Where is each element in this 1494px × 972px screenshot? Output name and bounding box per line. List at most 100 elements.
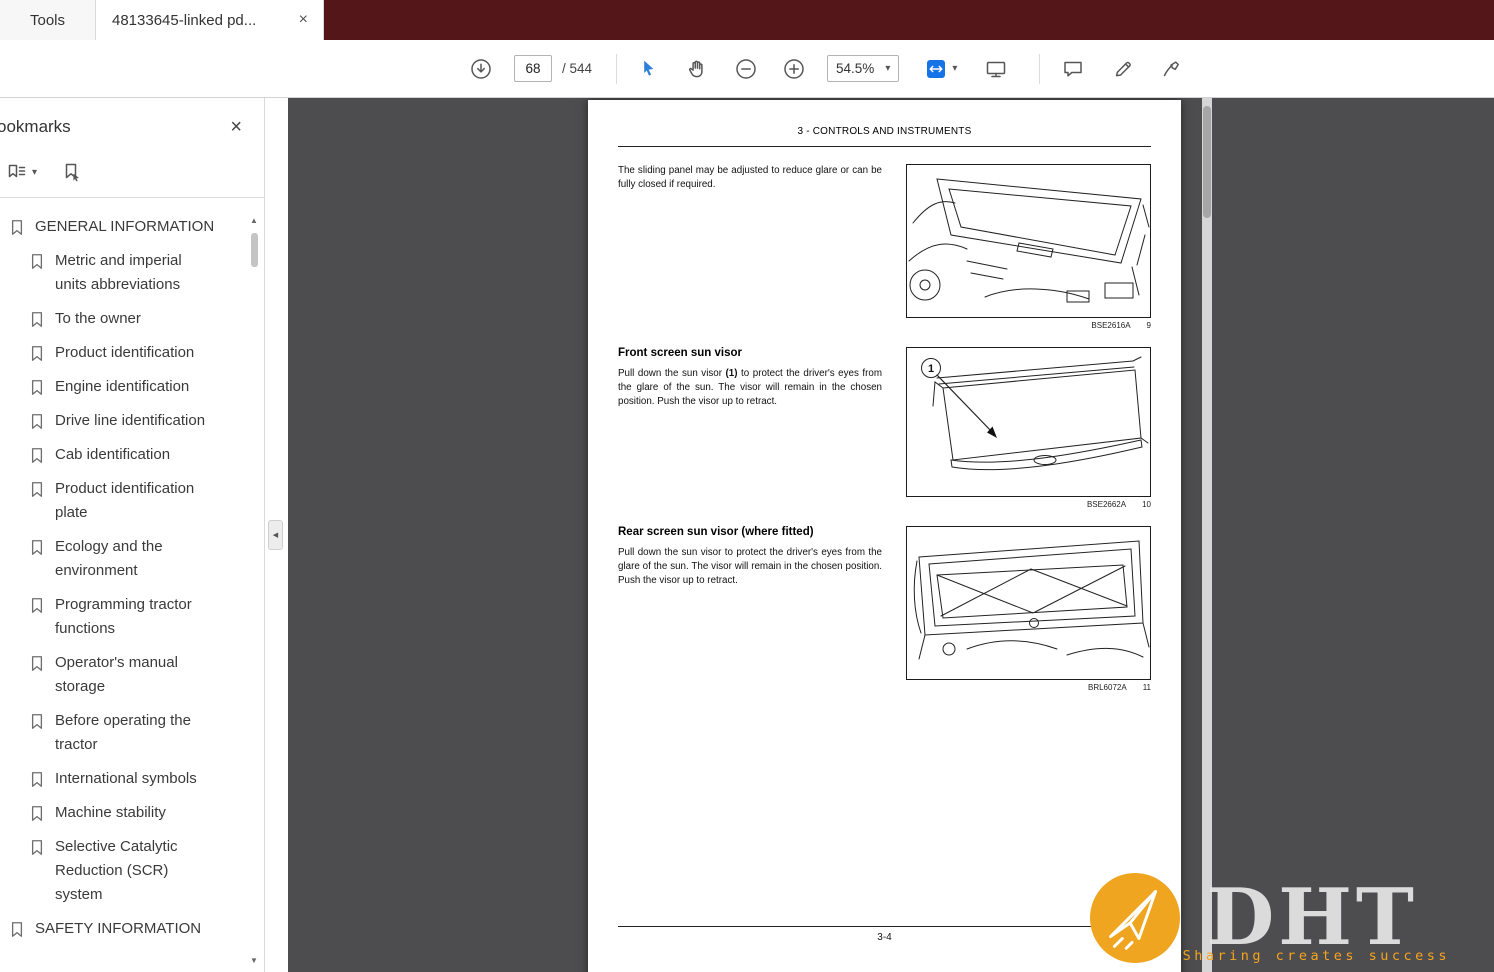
pdf-page: 3 - CONTROLS AND INSTRUMENTS The sliding… bbox=[588, 100, 1181, 972]
display-mode-button[interactable] bbox=[979, 52, 1013, 86]
scrollbar-thumb[interactable] bbox=[250, 233, 258, 267]
bookmark-label: Cab identification bbox=[55, 446, 171, 463]
bookmark-icon bbox=[11, 220, 23, 235]
bookmark-icon bbox=[31, 312, 43, 327]
document-scrollbar[interactable] bbox=[1202, 98, 1212, 972]
section-heading: Front screen sun visor bbox=[618, 347, 742, 359]
section-rear-sun-visor: Rear screen sun visor (where fitted) Pul… bbox=[618, 526, 1151, 692]
cursor-arrow-icon bbox=[644, 60, 654, 76]
bookmark-label: Product identification plate bbox=[55, 480, 195, 521]
close-document-icon[interactable]: × bbox=[294, 12, 313, 28]
bookmark-label: International symbols bbox=[55, 770, 197, 787]
zoom-in-button[interactable] bbox=[777, 52, 811, 86]
workspace: ookmarks × ▾ GENERAL INFORMATION Metric … bbox=[0, 98, 1494, 972]
page-fit-button[interactable]: ▾ bbox=[925, 58, 957, 80]
document-scrollbar-thumb[interactable] bbox=[1203, 106, 1211, 218]
download-button[interactable] bbox=[464, 52, 498, 86]
bookmark-item[interactable]: Selective Catalytic Reduction (SCR) syst… bbox=[0, 830, 238, 912]
bookmark-icon bbox=[11, 922, 23, 937]
bookmark-list: GENERAL INFORMATION Metric and imperial … bbox=[0, 198, 264, 946]
bookmark-options-button[interactable]: ▾ bbox=[6, 162, 37, 184]
chevron-down-icon: ▾ bbox=[32, 166, 38, 178]
add-bookmark-icon bbox=[65, 163, 80, 181]
hand-icon bbox=[688, 60, 703, 77]
bookmark-label: Engine identification bbox=[55, 378, 190, 395]
bookmark-icon bbox=[31, 656, 43, 671]
bookmark-item[interactable]: Metric and imperial units abbreviations bbox=[0, 244, 238, 302]
toolbar-divider bbox=[616, 53, 618, 84]
plus-circle-icon bbox=[784, 58, 804, 79]
scroll-down-icon[interactable]: ▼ bbox=[250, 954, 258, 968]
zoom-level-dropdown[interactable]: 54.5% ▾ bbox=[827, 55, 900, 82]
figure-front-sun-visor: 1 bbox=[906, 347, 1151, 497]
figure-number: 10 bbox=[1142, 500, 1151, 509]
bookmark-options-icon bbox=[8, 164, 26, 177]
bookmark-icon bbox=[31, 448, 43, 463]
fill-sign-button[interactable] bbox=[1154, 52, 1188, 86]
comment-button[interactable] bbox=[1056, 52, 1090, 86]
bookmark-label: Metric and imperial units abbreviations bbox=[55, 252, 182, 293]
bookmarks-panel: ookmarks × ▾ GENERAL INFORMATION Metric … bbox=[0, 98, 265, 972]
bookmark-item[interactable]: Programming tractor functions bbox=[0, 588, 238, 646]
bookmark-icon bbox=[31, 414, 43, 429]
figure-callout: 1 bbox=[928, 363, 934, 375]
bookmark-label: Ecology and the environment bbox=[55, 538, 163, 579]
bookmarks-toolbar: ▾ bbox=[0, 148, 264, 198]
section-front-sun-visor: Front screen sun visor Pull down the sun… bbox=[618, 347, 1151, 509]
figure-code: BSE2662A bbox=[1086, 500, 1127, 509]
chevron-left-icon: ◀ bbox=[272, 532, 279, 539]
bookmark-icon bbox=[31, 380, 43, 395]
download-icon bbox=[471, 58, 491, 79]
scroll-up-icon[interactable]: ▲ bbox=[250, 214, 258, 228]
bookmark-item[interactable]: Before operating the tractor bbox=[0, 704, 238, 762]
bookmark-label: Product identification bbox=[55, 344, 195, 361]
main-toolbar: / 544 54.5% ▾ ▾ bbox=[0, 40, 1494, 98]
bookmark-item[interactable]: Product identification bbox=[0, 336, 238, 370]
bookmark-item[interactable]: To the owner bbox=[0, 302, 238, 336]
bookmark-icon bbox=[31, 540, 43, 555]
bookmark-item-safety-information[interactable]: SAFETY INFORMATION bbox=[0, 912, 238, 946]
add-bookmark-button[interactable] bbox=[61, 162, 83, 184]
bookmark-item-general-information[interactable]: GENERAL INFORMATION bbox=[0, 210, 238, 244]
tab-tools[interactable]: Tools bbox=[0, 0, 96, 40]
bookmark-icon bbox=[31, 598, 43, 613]
bookmarks-panel-header: ookmarks × bbox=[0, 98, 264, 148]
bookmarks-scrollbar[interactable]: ▲ ▼ bbox=[246, 214, 262, 972]
bookmark-icon bbox=[31, 714, 43, 729]
toolbar-divider bbox=[1039, 53, 1041, 84]
bookmark-item[interactable]: Operator's manual storage bbox=[0, 646, 238, 704]
bookmark-item[interactable]: Product identification plate bbox=[0, 472, 238, 530]
tab-document[interactable]: 48133645-linked pd... × bbox=[96, 0, 324, 40]
bookmark-item[interactable]: Cab identification bbox=[0, 438, 238, 472]
hand-tool-button[interactable] bbox=[679, 52, 713, 86]
page-number-input[interactable] bbox=[514, 55, 552, 82]
collapse-panel-button[interactable]: ◀ bbox=[268, 520, 283, 550]
figure-sliding-panel bbox=[906, 164, 1151, 318]
close-bookmarks-icon[interactable]: × bbox=[230, 117, 242, 137]
bookmark-item[interactable]: International symbols bbox=[0, 762, 238, 796]
page-footer-number: 3-4 bbox=[877, 932, 892, 943]
page-count-label: / 544 bbox=[562, 61, 593, 76]
footer-rule bbox=[618, 926, 1151, 927]
bookmark-label: Operator's manual storage bbox=[55, 654, 178, 695]
bookmark-item[interactable]: Machine stability bbox=[0, 796, 238, 830]
section-heading: Rear screen sun visor (where fitted) bbox=[618, 526, 814, 538]
document-canvas: 3 - CONTROLS AND INSTRUMENTS The sliding… bbox=[288, 98, 1494, 972]
select-tool-button[interactable] bbox=[631, 52, 665, 86]
bookmark-item[interactable]: Ecology and the environment bbox=[0, 530, 238, 588]
screen-icon bbox=[987, 61, 1006, 77]
bookmark-label: SAFETY INFORMATION bbox=[35, 920, 202, 937]
figure-number: 9 bbox=[1146, 321, 1151, 330]
dht-logo-icon bbox=[1089, 872, 1180, 964]
watermark-brand: DHT bbox=[1206, 871, 1418, 963]
bookmarks-panel-title: ookmarks bbox=[0, 117, 71, 136]
bookmark-icon bbox=[31, 254, 43, 269]
bookmark-label: GENERAL INFORMATION bbox=[35, 218, 215, 235]
bookmark-icon bbox=[31, 482, 43, 497]
zoom-out-button[interactable] bbox=[729, 52, 763, 86]
tab-bar: Tools 48133645-linked pd... × bbox=[0, 0, 1494, 40]
bookmark-item[interactable]: Drive line identification bbox=[0, 404, 238, 438]
bookmark-label: Before operating the tractor bbox=[55, 712, 191, 753]
highlight-button[interactable] bbox=[1106, 52, 1140, 86]
bookmark-item[interactable]: Engine identification bbox=[0, 370, 238, 404]
